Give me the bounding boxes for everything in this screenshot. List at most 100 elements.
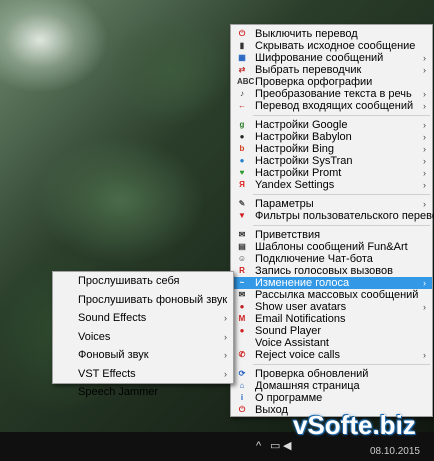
menu-item-label: Шифрование сообщений	[255, 52, 384, 64]
submenu-item[interactable]: Voices ›	[53, 328, 233, 347]
menu-item-label: Преобразование текста в речь	[255, 88, 412, 100]
menu-separator	[253, 225, 430, 226]
menu-item-label: Рассылка массовых сообщений	[255, 289, 419, 301]
promt-icon: ♥	[239, 168, 245, 177]
menu-item[interactable]: ABC Проверка орфографии	[231, 76, 432, 88]
template-icon: ▤	[238, 242, 246, 251]
menu-item[interactable]: ⏻ Выключить перевод	[231, 28, 432, 40]
submenu-arrow-icon: ›	[423, 199, 426, 209]
watermark-logo: vSofte.biz	[293, 410, 416, 440]
menu-item-label: Шаблоны сообщений Fun&Art	[255, 241, 408, 253]
menu-item[interactable]: b Настройки Bing ›	[231, 143, 432, 155]
menu-item-label: Sound Player	[255, 325, 322, 337]
menu-separator	[253, 194, 430, 195]
menu-item-label: Скрывать исходное сообщение	[255, 40, 416, 52]
submenu-arrow-icon: ›	[423, 168, 426, 178]
taskbar-clock[interactable]: 08.10.2015	[370, 446, 420, 457]
menu-item[interactable]: ● Show user avatars ›	[231, 301, 432, 313]
menu-item-label: Перевод входящих сообщений	[255, 100, 414, 112]
menu-item-label: Настройки Promt	[255, 167, 342, 179]
submenu-item[interactable]: Фоновый звук ›	[53, 346, 233, 365]
menu-item[interactable]: ⟳ Проверка обновлений	[231, 368, 432, 380]
menu-item-label: О программе	[255, 392, 323, 404]
submenu-arrow-icon: ›	[224, 350, 227, 360]
submenu-item-label: Voices	[78, 330, 111, 343]
hide-message-icon: ▮	[239, 41, 245, 50]
music-note-icon: ♪	[240, 89, 244, 98]
menu-item-label: Email Notifications	[255, 313, 346, 325]
submenu-arrow-icon: ›	[423, 101, 426, 111]
menu-separator	[253, 364, 430, 365]
menu-item[interactable]: ● Настройки SysTran ›	[231, 155, 432, 167]
menu-item-label: Voice Assistant	[255, 337, 329, 349]
tray-network-icon[interactable]: ▭	[270, 440, 280, 453]
menu-item[interactable]: ♪ Преобразование текста в речь ›	[231, 88, 432, 100]
menu-item[interactable]: ✆ Reject voice calls ›	[231, 349, 432, 361]
menu-item[interactable]: ✉ Приветствия	[231, 229, 432, 241]
info-icon: i	[240, 393, 244, 402]
menu-item-label: Yandex Settings	[255, 179, 335, 191]
menu-item[interactable]: Voice Assistant	[231, 337, 432, 349]
voice-change-icon: ~	[239, 278, 245, 287]
menu-item[interactable]: R Запись голосовых вызовов	[231, 265, 432, 277]
menu-item[interactable]: Я Yandex Settings ›	[231, 179, 432, 191]
menu-item-label: Настройки Babylon	[255, 131, 352, 143]
submenu-item-label: Speech Jammer	[78, 386, 159, 398]
submenu-arrow-icon: ›	[423, 350, 426, 360]
babylon-icon: ●	[239, 132, 245, 141]
menu-item[interactable]: g Настройки Google ›	[231, 119, 432, 131]
menu-item[interactable]: ▮ Скрывать исходное сообщение	[231, 40, 432, 52]
menu-item[interactable]: ▼ Фильтры пользовательского перевода	[231, 210, 434, 222]
menu-item-label: Reject voice calls	[255, 349, 340, 361]
submenu-item-label: Прослушивать себя	[78, 275, 180, 287]
avatar-icon: ●	[239, 302, 245, 311]
incoming-arrow-icon: ←	[238, 101, 246, 110]
submenu-arrow-icon: ›	[224, 313, 227, 323]
menu-item-label: Проверка орфографии	[255, 76, 373, 88]
menu-item-label: Настройки Google	[255, 119, 348, 131]
email-icon: M	[238, 314, 246, 323]
submenu-arrow-icon: ›	[423, 120, 426, 130]
yandex-icon: Я	[239, 180, 245, 189]
menu-item[interactable]: ☺ Подключение Чат-бота	[231, 253, 432, 265]
menu-item-label: Выбрать переводчик	[255, 64, 362, 76]
menu-item[interactable]: ← Перевод входящих сообщений ›	[231, 100, 432, 112]
menu-item-label: Выключить перевод	[255, 28, 358, 40]
menu-item[interactable]: ✎ Параметры ›	[231, 198, 432, 210]
menu-item[interactable]: ● Sound Player	[231, 325, 432, 337]
menu-item[interactable]: ⇄ Выбрать переводчик ›	[231, 64, 432, 76]
submenu-item[interactable]: Speech Jammer	[53, 383, 233, 402]
menu-item[interactable]: ~ Изменение голоса ›	[231, 277, 432, 289]
menu-item[interactable]: M Email Notifications	[231, 313, 432, 325]
tray-chevron-icon[interactable]: ^	[256, 440, 261, 453]
menu-item[interactable]: ♥ Настройки Promt ›	[231, 167, 432, 179]
submenu-arrow-icon: ›	[423, 156, 426, 166]
submenu-item[interactable]: VST Effects ›	[53, 365, 233, 384]
power-off-icon: ⏻	[238, 29, 246, 38]
menu-item-label: Параметры	[255, 198, 314, 210]
submenu-arrow-icon: ›	[423, 89, 426, 99]
menu-item-label: Настройки Bing	[255, 143, 335, 155]
update-icon: ⟳	[238, 369, 246, 378]
exit-icon: ⏻	[238, 405, 246, 414]
submenu-arrow-icon: ›	[224, 331, 227, 342]
submenu-arrow-icon: ›	[423, 144, 426, 154]
menu-item[interactable]: ▦ Шифрование сообщений ›	[231, 52, 432, 64]
menu-item-label: Запись голосовых вызовов	[255, 265, 393, 277]
submenu-item-label: VST Effects	[78, 367, 136, 380]
submenu-item-label: Фоновый звук	[78, 349, 149, 361]
menu-item[interactable]: ✉ Рассылка массовых сообщений	[231, 289, 432, 301]
submenu-item[interactable]: Прослушивать себя	[53, 272, 233, 291]
submenu-arrow-icon: ›	[423, 278, 426, 288]
menu-item-label: Домашняя страница	[255, 380, 360, 392]
tray-volume-icon[interactable]: ◀	[283, 440, 291, 453]
menu-item[interactable]: ▤ Шаблоны сообщений Fun&Art	[231, 241, 432, 253]
submenu-item[interactable]: Прослушивать фоновый звук	[53, 291, 233, 310]
bing-icon: b	[239, 144, 245, 153]
menu-item-label: Выход	[255, 404, 288, 416]
submenu-item[interactable]: Sound Effects ›	[53, 309, 233, 328]
menu-item[interactable]: ● Настройки Babylon ›	[231, 131, 432, 143]
menu-item[interactable]: i О программе	[231, 392, 432, 404]
menu-item[interactable]: ⌂ Домашняя страница	[231, 380, 432, 392]
menu-separator	[253, 115, 430, 116]
